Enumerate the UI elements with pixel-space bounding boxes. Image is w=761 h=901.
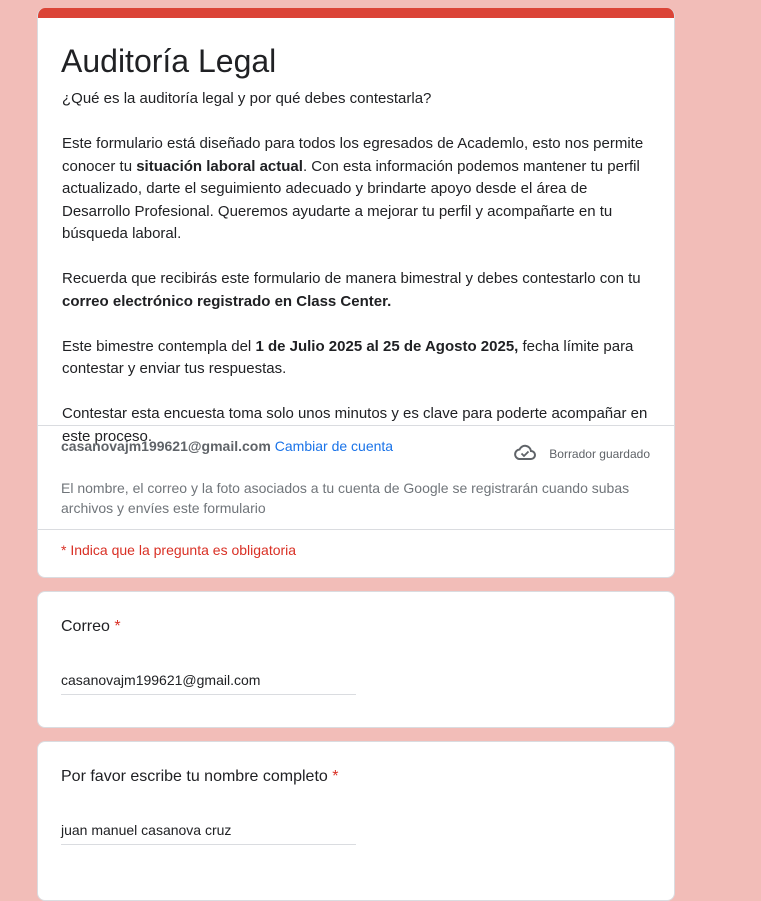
required-mark: *	[114, 618, 121, 635]
required-note-section: * Indica que la pregunta es obligatoria	[38, 529, 674, 558]
account-section: casanovajm199621@gmail.com Cambiar de cue…	[38, 425, 674, 530]
form-description: ¿Qué es la auditoría legal y por qué deb…	[62, 88, 650, 448]
required-mark: *	[332, 768, 339, 785]
draft-status-text: Borrador guardado	[549, 446, 650, 461]
draft-status: Borrador guardado	[513, 442, 650, 465]
cloud-check-icon	[513, 442, 537, 465]
email-text: casanovajm199621@gmail.com	[61, 438, 271, 454]
text: Este bimestre contempla del	[62, 337, 256, 355]
description-paragraph: Este bimestre contempla del 1 de Julio 2…	[62, 336, 650, 381]
question-text: Por favor escribe tu nombre completo	[61, 768, 328, 785]
question-card-email: Correo * casanovajm199621@gmail.com	[37, 591, 675, 728]
description-paragraph: Este formulario está diseñado para todos…	[62, 133, 650, 246]
bold-text: 1 de Julio 2025 al 25 de Agosto 2025,	[255, 337, 519, 355]
question-label: Correo *	[61, 618, 121, 636]
form-header-card: Auditoría Legal ¿Qué es la auditoría leg…	[37, 8, 675, 578]
accent-bar	[38, 8, 674, 18]
switch-account-link[interactable]: Cambiar de cuenta	[275, 438, 393, 454]
account-email: casanovajm199621@gmail.com Cambiar de cue…	[61, 438, 393, 454]
required-note: * Indica que la pregunta es obligatoria	[61, 542, 297, 558]
description-paragraph: Recuerda que recibirás este formulario d…	[62, 268, 650, 313]
account-notice: El nombre, el correo y la foto asociados…	[61, 480, 630, 516]
full-name-field[interactable]: juan manuel casanova cruz	[61, 822, 356, 845]
bold-text: situación laboral actual	[136, 157, 303, 175]
question-label: Por favor escribe tu nombre completo *	[61, 768, 338, 786]
form-title: Auditoría Legal	[61, 43, 277, 79]
question-text: Correo	[61, 618, 110, 635]
bold-text: correo electrónico registrado en Class C…	[62, 292, 392, 310]
text: Recuerda que recibirás este formulario d…	[62, 270, 641, 287]
description-paragraph: ¿Qué es la auditoría legal y por qué deb…	[62, 88, 650, 111]
email-field[interactable]: casanovajm199621@gmail.com	[61, 672, 356, 695]
question-card-name: Por favor escribe tu nombre completo * j…	[37, 741, 675, 901]
text: ¿Qué es la auditoría legal y por qué deb…	[62, 90, 432, 107]
